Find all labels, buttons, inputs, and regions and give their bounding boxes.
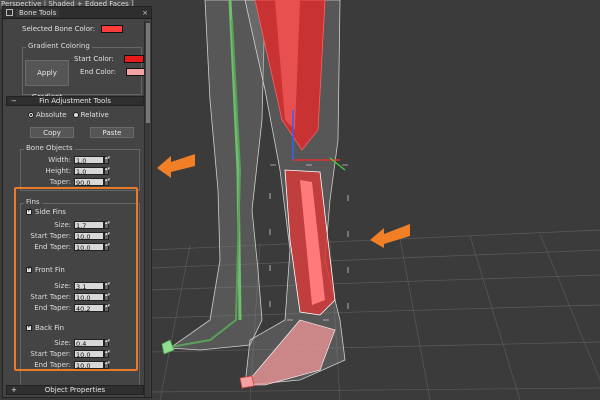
front-fin-row: Front Fin <box>26 265 65 274</box>
side-end-taper-spinner: End Taper: 10.0 ▴▾ <box>24 243 110 253</box>
bone-objects-label: Bone Objects <box>24 144 75 152</box>
window-icon <box>6 9 13 16</box>
panel-titlebar[interactable]: Bone Tools × <box>3 7 151 19</box>
rollout-plus-icon: + <box>11 386 17 394</box>
back-start-taper-spinner: Start Taper: 10.0 ▴▾ <box>24 350 110 360</box>
back-size-spinner: Size: 0.4 ▴▾ <box>24 339 110 349</box>
height-label: Height: <box>45 167 72 175</box>
relative-label: Relative <box>80 111 109 119</box>
side-start-taper-spinner: Start Taper: 10.0 ▴▾ <box>24 232 110 242</box>
back-end-taper-field[interactable]: 10.0 <box>74 361 104 370</box>
side-end-taper-arrows-icon[interactable]: ▴▾ <box>104 243 110 251</box>
front-start-taper-spinner: Start Taper: 10.0 ▴▾ <box>24 293 110 303</box>
back-size-field[interactable]: 0.4 <box>74 339 104 348</box>
back-end-taper-spinner: End Taper: 10.0 ▴▾ <box>24 361 110 371</box>
fin-adjustment-rollout[interactable]: − Fin Adjustment Tools <box>6 96 144 106</box>
selected-bone-color-row: Selected Bone Color: <box>22 25 124 33</box>
absolute-label: Absolute <box>36 111 67 119</box>
panel-title: Bone Tools <box>16 8 60 17</box>
height-spinner-arrows-icon[interactable]: ▴▾ <box>104 167 110 175</box>
taper-spinner: Taper: 90.0 ▴▾ <box>24 178 110 188</box>
side-start-taper-arrows-icon[interactable]: ▴▾ <box>104 232 110 240</box>
fins-label: Fins <box>24 198 42 206</box>
callout-arrow-right-icon <box>370 224 410 248</box>
absolute-radio[interactable] <box>28 112 34 118</box>
taper-label: Taper: <box>49 178 71 186</box>
bone-tools-panel: Bone Tools × Selected Bone Color: Gradie… <box>2 6 152 398</box>
front-size-spinner: Size: 3.1 ▴▾ <box>24 282 110 292</box>
side-size-label: Size: <box>54 221 71 229</box>
back-size-arrows-icon[interactable]: ▴▾ <box>104 339 110 347</box>
object-properties-label: Object Properties <box>44 386 106 394</box>
end-color-label: End Color: <box>80 68 117 76</box>
back-size-label: Size: <box>54 339 71 347</box>
back-end-taper-arrows-icon[interactable]: ▴▾ <box>104 361 110 369</box>
taper-spinner-arrows-icon[interactable]: ▴▾ <box>104 178 110 186</box>
front-start-taper-label: Start Taper: <box>30 293 71 301</box>
front-size-arrows-icon[interactable]: ▴▾ <box>104 282 110 290</box>
side-start-taper-field[interactable]: 10.0 <box>74 232 104 241</box>
side-start-taper-label: Start Taper: <box>30 232 71 240</box>
back-fin-checkbox[interactable] <box>26 323 32 331</box>
start-color-swatch[interactable] <box>123 55 144 63</box>
back-start-taper-label: Start Taper: <box>30 350 71 358</box>
front-fin-checkbox[interactable] <box>26 265 32 273</box>
mode-row: Absolute Relative <box>28 111 109 119</box>
relative-radio[interactable] <box>72 112 79 118</box>
back-end-taper-label: End Taper: <box>34 361 71 369</box>
front-start-taper-arrows-icon[interactable]: ▴▾ <box>104 293 110 301</box>
front-end-taper-arrows-icon[interactable]: ▴▾ <box>104 304 110 312</box>
front-size-field[interactable]: 3.1 <box>74 282 104 291</box>
back-fin-row: Back Fin <box>26 323 65 332</box>
front-fin-label: Front Fin <box>35 266 65 274</box>
end-color-row: End Color: <box>80 68 147 76</box>
back-start-taper-field[interactable]: 10.0 <box>74 350 104 359</box>
scrollbar-thumb[interactable] <box>146 23 150 123</box>
apply-gradient-button[interactable]: Apply Gradient <box>25 60 69 101</box>
start-color-label: Start Color: <box>74 55 114 63</box>
side-size-arrows-icon[interactable]: ▴▾ <box>104 221 110 229</box>
front-end-taper-label: End Taper: <box>34 304 71 312</box>
fin-adjustment-label: Fin Adjustment Tools <box>39 97 111 105</box>
front-size-label: Size: <box>54 282 71 290</box>
side-fins-row: Side Fins <box>26 207 66 216</box>
start-color-row: Start Color: <box>74 55 144 63</box>
back-start-taper-arrows-icon[interactable]: ▴▾ <box>104 350 110 358</box>
gradient-coloring-label: Gradient Coloring <box>26 42 92 50</box>
side-end-taper-field[interactable]: 10.0 <box>74 243 104 252</box>
back-fin-label: Back Fin <box>35 324 65 332</box>
rollout-minus-icon: − <box>11 97 17 105</box>
copy-button[interactable]: Copy <box>30 127 74 138</box>
width-spinner-arrows-icon[interactable]: ▴▾ <box>104 156 110 164</box>
height-spinner: Height: 1.0 ▴▾ <box>24 167 111 177</box>
height-field[interactable]: 1.0 <box>74 167 104 176</box>
selected-bone-color-swatch[interactable] <box>101 25 124 33</box>
taper-field[interactable]: 90.0 <box>74 178 104 187</box>
side-fins-label: Side Fins <box>35 208 66 216</box>
close-icon[interactable]: × <box>142 9 148 17</box>
side-fins-checkbox[interactable] <box>26 207 32 215</box>
width-label: Width: <box>48 156 71 164</box>
width-spinner: Width: 1.0 ▴▾ <box>24 156 110 166</box>
front-start-taper-field[interactable]: 10.0 <box>74 293 104 302</box>
side-size-spinner: Size: 1.7 ▴▾ <box>24 221 110 231</box>
side-size-field[interactable]: 1.7 <box>74 221 104 230</box>
paste-button[interactable]: Paste <box>90 127 134 138</box>
front-end-taper-spinner: End Taper: 40.2 ▴▾ <box>24 304 110 314</box>
selected-bone-color-label: Selected Bone Color: <box>22 25 96 33</box>
side-end-taper-label: End Taper: <box>34 243 71 251</box>
object-properties-rollout[interactable]: + Object Properties <box>6 385 144 395</box>
callout-arrow-left-icon <box>157 154 195 178</box>
panel-scrollbar[interactable] <box>144 21 150 397</box>
front-end-taper-field[interactable]: 40.2 <box>74 304 104 313</box>
width-field[interactable]: 1.0 <box>74 156 104 165</box>
